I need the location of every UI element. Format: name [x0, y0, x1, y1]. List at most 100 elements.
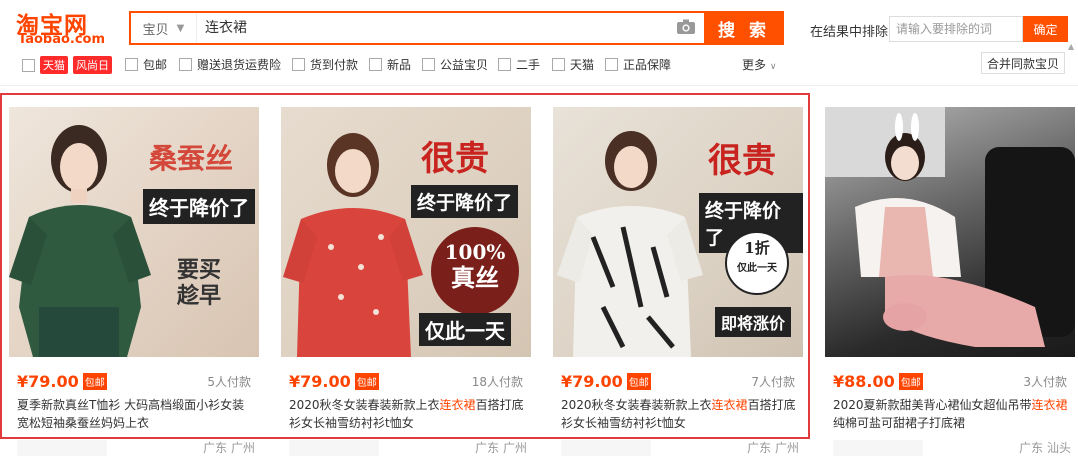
buyer-count: 18人付款 [471, 374, 523, 389]
filter-secondhand[interactable]: 二手 [498, 56, 540, 73]
filter-tmall[interactable]: 天猫 [552, 56, 594, 73]
exclude-input[interactable]: 请输入要排除的词 [889, 16, 1023, 42]
checkbox[interactable] [179, 58, 192, 71]
ad-text: 很贵 [708, 141, 776, 181]
filter-charity[interactable]: 公益宝贝 [422, 56, 488, 73]
product-image[interactable] [825, 107, 1075, 357]
title-text: 2020秋冬女装春装新款上衣 [561, 398, 712, 412]
checkbox[interactable] [605, 58, 618, 71]
model-figure [825, 107, 1075, 347]
free-shipping-badge: 包邮 [626, 372, 651, 390]
product-image[interactable]: 很贵 终于降价了 1折 仅此一天 即将涨价 [553, 107, 803, 357]
more-label: 更多 [742, 58, 767, 72]
title-text: 夏季新款真丝T恤衫 大码高档缎面小衫女装宽松短袖桑蚕丝妈妈上衣 [17, 398, 245, 430]
price: ¥79.00 [17, 371, 79, 391]
ad-text: 很贵 [421, 139, 489, 179]
tmall-tag: 天猫 [40, 56, 68, 74]
exclude-confirm-button[interactable]: 确定 [1023, 16, 1068, 42]
fengshangri-tag: 风尚日 [73, 56, 112, 74]
search-button[interactable]: 搜 索 [704, 11, 784, 45]
product-card[interactable]: 很贵 终于降价了 100% 真丝 仅此一天 ¥79.00 包邮 18人付款 20… [281, 107, 531, 456]
free-shipping-badge: 包邮 [82, 372, 107, 390]
merge-same-items-button[interactable]: 合并同款宝贝 [981, 52, 1065, 74]
checkbox[interactable] [292, 58, 305, 71]
camera-icon[interactable] [676, 19, 696, 35]
filter-baoyou[interactable]: 包邮 [125, 56, 167, 73]
price: ¥88.00 [833, 371, 895, 391]
ad-text: 100% 真丝 [439, 239, 511, 292]
title-text: 2020夏新款甜美背心裙仙女超仙吊带 [833, 398, 1032, 412]
checkbox[interactable] [369, 58, 382, 71]
filter-tmall-tags[interactable]: 天猫 风尚日 [22, 56, 112, 74]
product-card[interactable]: 桑蚕丝 终于降价了 要买 趁早 ¥79.00 包邮 5人付款 夏季新款真丝T恤衫… [9, 107, 259, 456]
filter-cod[interactable]: 货到付款 [292, 56, 358, 73]
buyer-count: 5人付款 [207, 374, 251, 389]
ad-text: 1折 仅此一天 [725, 239, 789, 278]
filter-new[interactable]: 新品 [369, 56, 411, 73]
free-shipping-badge: 包邮 [898, 372, 923, 390]
price-row: ¥79.00 包邮 18人付款 [289, 371, 523, 391]
product-card[interactable]: 很贵 终于降价了 1折 仅此一天 即将涨价 ¥79.00 包邮 7人付款 202… [553, 107, 803, 456]
exclude-label: 在结果中排除 [810, 25, 889, 40]
logo-english[interactable]: Taobao.com [18, 32, 105, 47]
filter-return-insurance[interactable]: 赠送退货运费险 [179, 56, 281, 73]
ad-line: 1折 [744, 239, 770, 257]
search-input[interactable]: 连衣裙 [205, 13, 247, 43]
price-row: ¥79.00 包邮 5人付款 [17, 371, 251, 391]
filter-bar: 天猫 风尚日 包邮 赠送退货运费险 货到付款 新品 公益宝贝 二手 天猫 正品保… [0, 53, 1078, 75]
chevron-down-icon: ∨ [769, 62, 777, 72]
product-card[interactable]: ¥88.00 包邮 3人付款 2020夏新款甜美背心裙仙女超仙吊带连衣裙纯棉可盐… [825, 107, 1075, 456]
filter-authentic[interactable]: 正品保障 [605, 56, 671, 73]
filter-label: 正品保障 [623, 58, 672, 72]
location: 广东 广州 [747, 441, 799, 455]
product-image[interactable]: 很贵 终于降价了 100% 真丝 仅此一天 [281, 107, 531, 357]
checkbox[interactable] [552, 58, 565, 71]
buyer-count: 7人付款 [751, 374, 795, 389]
ad-line: 真丝 [451, 263, 499, 292]
ad-text: 桑蚕丝 [149, 142, 234, 175]
location: 广东 汕头 [1019, 441, 1071, 455]
ad-line: 趁早 [176, 283, 221, 309]
filter-label: 赠送退货运费险 [197, 58, 282, 72]
price-row: ¥88.00 包邮 3人付款 [833, 371, 1067, 391]
ad-line: 要买 [176, 257, 221, 283]
product-title[interactable]: 2020秋冬女装春装新款上衣连衣裙百搭打底衫女长袖雪纺衬衫t恤女 [289, 396, 525, 432]
price-row: ¥79.00 包邮 7人付款 [561, 371, 795, 391]
product-image[interactable]: 桑蚕丝 终于降价了 要买 趁早 [9, 107, 259, 357]
title-highlight: 连衣裙 [1031, 398, 1068, 412]
shop-name-blurred[interactable] [289, 440, 379, 456]
ad-text: 终于降价了 [411, 185, 519, 218]
ad-text: 即将涨价 [715, 307, 792, 337]
price: ¥79.00 [289, 371, 351, 391]
shop-name-blurred[interactable] [561, 440, 651, 456]
filter-label: 天猫 [570, 58, 595, 72]
scroll-up-icon[interactable]: ▲ [1068, 42, 1074, 51]
checkbox[interactable] [125, 58, 138, 71]
checkbox[interactable] [498, 58, 511, 71]
title-highlight: 连衣裙 [711, 398, 748, 412]
filter-label: 货到付款 [310, 58, 359, 72]
checkbox[interactable] [422, 58, 435, 71]
search-type-select[interactable]: 宝贝 ▼ [131, 13, 197, 43]
buyer-count: 3人付款 [1023, 374, 1067, 389]
ad-line: 仅此一天 [737, 263, 777, 274]
filter-label: 包邮 [143, 58, 168, 72]
free-shipping-badge: 包邮 [354, 372, 379, 390]
checkbox[interactable] [22, 58, 35, 72]
more-filters-button[interactable]: 更多 ∨ [742, 56, 776, 73]
shop-name-blurred[interactable] [17, 440, 107, 456]
title-highlight: 连衣裙 [439, 398, 476, 412]
filter-label: 新品 [387, 58, 412, 72]
shop-name-blurred[interactable] [833, 440, 923, 456]
search-type-label: 宝贝 [142, 22, 169, 38]
filter-label: 公益宝贝 [440, 58, 489, 72]
ad-line: 100% [444, 240, 506, 264]
filter-label: 二手 [516, 58, 541, 72]
product-title[interactable]: 2020夏新款甜美背心裙仙女超仙吊带连衣裙纯棉可盐可甜裙子打底裙 [833, 396, 1069, 432]
chevron-down-icon: ▼ [176, 22, 185, 34]
ad-text: 要买 趁早 [169, 257, 229, 309]
ad-text: 仅此一天 [419, 313, 511, 346]
product-title[interactable]: 夏季新款真丝T恤衫 大码高档缎面小衫女装宽松短袖桑蚕丝妈妈上衣 [17, 396, 253, 432]
title-text: 纯棉可盐可甜裙子打底裙 [833, 416, 966, 430]
product-title[interactable]: 2020秋冬女装春装新款上衣连衣裙百搭打底衫女长袖雪纺衬衫t恤女 [561, 396, 797, 432]
